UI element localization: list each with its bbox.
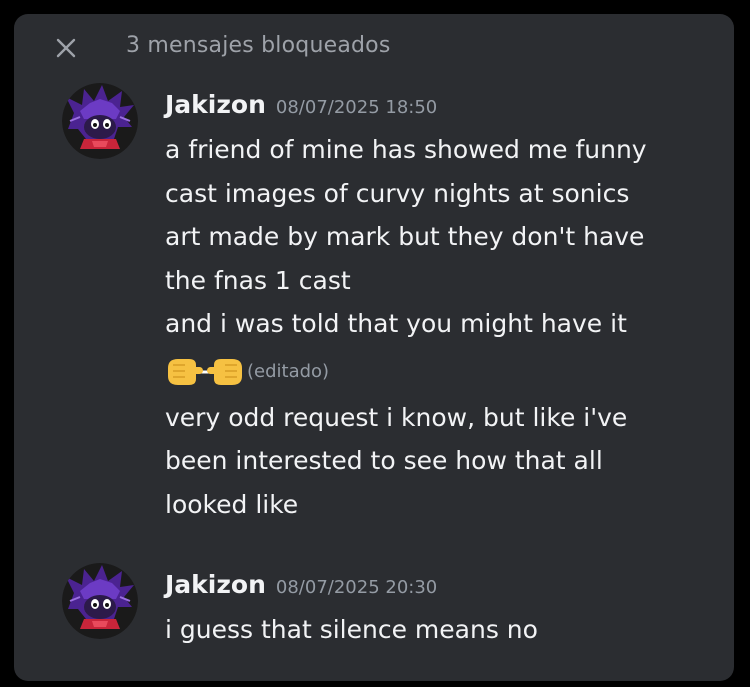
message-timestamp: 08/07/2025 20:30: [275, 577, 438, 598]
pointing-hands-emoji[interactable]: [165, 355, 245, 389]
author-name[interactable]: Jakizon: [165, 90, 266, 119]
message-line: very odd request i know, but like i've: [165, 402, 628, 432]
message-content: a friend of mine has showed me funny cas…: [165, 128, 714, 526]
message-timestamp: 08/07/2025 18:50: [275, 97, 438, 118]
message-line: cast images of curvy nights at sonics: [165, 178, 630, 208]
message-content: i guess that silence means no: [165, 608, 714, 652]
message-line: and i was told that you might have it: [165, 309, 627, 338]
message-header: Jakizon 08/07/2025 20:30: [165, 570, 437, 599]
blocked-messages-label[interactable]: 3 mensajes bloqueados: [126, 33, 391, 58]
author-name[interactable]: Jakizon: [165, 570, 266, 599]
edited-label: (editado): [247, 360, 330, 382]
message-line: i guess that silence means no: [165, 615, 538, 644]
message-line: been interested to see how that all: [165, 446, 603, 475]
message-line: art made by mark but they don't have: [165, 222, 645, 251]
blocked-header: 3 mensajes bloqueados: [14, 14, 734, 82]
avatar[interactable]: [62, 563, 138, 639]
close-icon[interactable]: [52, 34, 80, 62]
message-header: Jakizon 08/07/2025 18:50: [165, 90, 437, 119]
blocked-messages-panel: 3 mensajes bloqueados Jakizon 08/07/2025 …: [14, 14, 734, 681]
message-line: a friend of mine has showed me funny: [165, 135, 647, 164]
message-line: the fnas 1 cast: [165, 265, 351, 295]
message-line: looked like: [165, 489, 299, 519]
emoji-row: (editado): [165, 346, 714, 396]
avatar[interactable]: [62, 83, 138, 159]
